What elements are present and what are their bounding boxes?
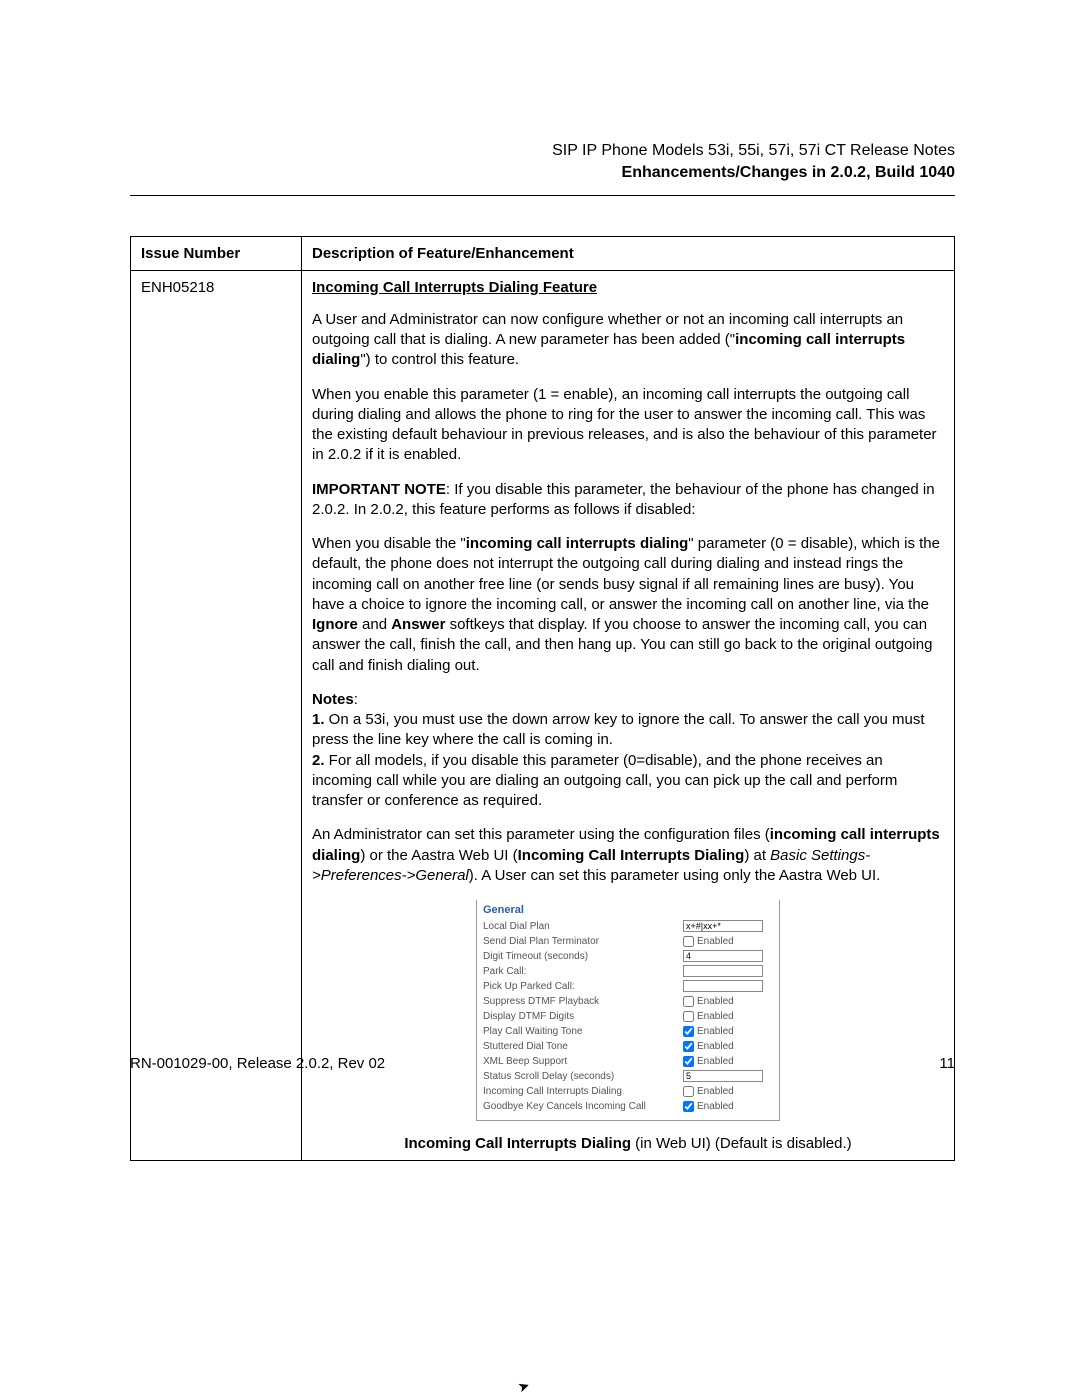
settings-label: Display DTMF Digits	[483, 1011, 683, 1022]
settings-text-input[interactable]	[683, 920, 763, 932]
para-enable: When you enable this parameter (1 = enab…	[312, 385, 944, 466]
checkbox-label: Enabled	[697, 936, 734, 947]
settings-row: Play Call Waiting Tone Enabled	[483, 1024, 773, 1038]
description-cell: Incoming Call Interrupts Dialing Feature…	[302, 270, 955, 1160]
doc-subtitle: Enhancements/Changes in 2.0.2, Build 104…	[130, 162, 955, 184]
settings-label: Digit Timeout (seconds)	[483, 951, 683, 962]
screenshot-caption: Incoming Call Interrupts Dialing (in Web…	[312, 1135, 944, 1152]
col-issue-number: Issue Number	[131, 236, 302, 270]
enhancement-table: Issue Number Description of Feature/Enha…	[130, 236, 955, 1161]
settings-label: Local Dial Plan	[483, 921, 683, 932]
settings-checkbox[interactable]	[683, 936, 694, 947]
settings-row: Digit Timeout (seconds)	[483, 949, 773, 963]
settings-label: Stuttered Dial Tone	[483, 1041, 683, 1052]
header-rule	[130, 195, 955, 196]
checkbox-label: Enabled	[697, 1011, 734, 1022]
settings-label: Send Dial Plan Terminator	[483, 936, 683, 947]
settings-checkbox[interactable]	[683, 1041, 694, 1052]
col-description: Description of Feature/Enhancement	[302, 236, 955, 270]
checkbox-label: Enabled	[697, 996, 734, 1007]
webui-general-panel: General Local Dial Plan Send Dial Plan Te…	[476, 900, 780, 1121]
settings-label: Incoming Call Interrupts Dialing	[483, 1086, 683, 1097]
para-notes: Notes: 1. On a 53i, you must use the dow…	[312, 690, 944, 812]
document-page: SIP IP Phone Models 53i, 55i, 57i, 57i C…	[0, 0, 1080, 1397]
doc-title: SIP IP Phone Models 53i, 55i, 57i, 57i C…	[130, 140, 955, 162]
para-important: IMPORTANT NOTE: If you disable this para…	[312, 480, 944, 521]
settings-label: Status Scroll Delay (seconds)	[483, 1071, 683, 1082]
settings-checkbox[interactable]	[683, 1026, 694, 1037]
settings-checkbox[interactable]	[683, 1086, 694, 1097]
checkbox-label: Enabled	[697, 1086, 734, 1097]
settings-text-input[interactable]	[683, 965, 763, 977]
settings-row: Suppress DTMF Playback Enabled	[483, 994, 773, 1008]
settings-checkbox[interactable]	[683, 1011, 694, 1022]
feature-title: Incoming Call Interrupts Dialing Feature	[312, 279, 944, 296]
settings-label: Suppress DTMF Playback	[483, 996, 683, 1007]
settings-row: Send Dial Plan Terminator Enabled	[483, 934, 773, 948]
checkbox-label: Enabled	[697, 1026, 734, 1037]
settings-row: Incoming Call Interrupts Dialing Enabled	[483, 1084, 773, 1098]
checkbox-label: Enabled	[697, 1041, 734, 1052]
settings-label: Pick Up Parked Call:	[483, 981, 683, 992]
settings-label: Play Call Waiting Tone	[483, 1026, 683, 1037]
page-footer: RN-001029-00, Release 2.0.2, Rev 02 11	[130, 1055, 955, 1072]
para-disable: When you disable the "incoming call inte…	[312, 534, 944, 676]
settings-text-input[interactable]	[683, 980, 763, 992]
settings-row: Display DTMF Digits Enabled	[483, 1009, 773, 1023]
settings-label: Goodbye Key Cancels Incoming Call	[483, 1101, 683, 1112]
settings-row: Local Dial Plan	[483, 919, 773, 933]
cursor-icon: ➤	[516, 1377, 533, 1397]
para-admin: An Administrator can set this parameter …	[312, 825, 944, 886]
settings-checkbox[interactable]	[683, 996, 694, 1007]
issue-number-cell: ENH05218	[131, 270, 302, 1160]
checkbox-label: Enabled	[697, 1101, 734, 1112]
settings-row: Goodbye Key Cancels Incoming Call Enabled	[483, 1099, 773, 1113]
settings-text-input[interactable]	[683, 950, 763, 962]
section-general: General	[483, 904, 773, 916]
footer-doc-id: RN-001029-00, Release 2.0.2, Rev 02	[130, 1055, 385, 1072]
footer-page-number: 11	[939, 1055, 955, 1072]
settings-checkbox[interactable]	[683, 1101, 694, 1112]
settings-row: Stuttered Dial Tone Enabled	[483, 1039, 773, 1053]
settings-label: Park Call:	[483, 966, 683, 977]
settings-row: Pick Up Parked Call:	[483, 979, 773, 993]
para-intro: A User and Administrator can now configu…	[312, 310, 944, 371]
page-header: SIP IP Phone Models 53i, 55i, 57i, 57i C…	[130, 140, 955, 185]
settings-row: Park Call:	[483, 964, 773, 978]
